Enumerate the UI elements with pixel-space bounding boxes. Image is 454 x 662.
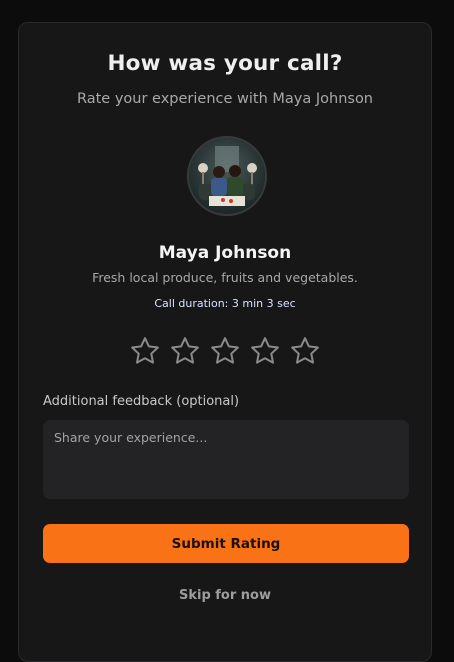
star-icon[interactable] — [129, 335, 161, 367]
star-icon[interactable] — [289, 335, 321, 367]
skip-link[interactable]: Skip for now — [19, 588, 431, 603]
avatar — [187, 136, 267, 216]
star-rating — [129, 335, 321, 367]
star-icon[interactable] — [209, 335, 241, 367]
dialog-subtitle: Rate your experience with Maya Johnson — [76, 91, 374, 107]
dialog-title: How was your call? — [107, 51, 343, 76]
rating-dialog: How was your call? Rate your experience … — [18, 22, 432, 662]
star-icon[interactable] — [249, 335, 281, 367]
contact-description: Fresh local produce, fruits and vegetabl… — [92, 270, 358, 285]
call-duration: Call duration: 3 min 3 sec — [154, 297, 296, 310]
feedback-label: Additional feedback (optional) — [43, 394, 240, 409]
star-icon[interactable] — [169, 335, 201, 367]
contact-name: Maya Johnson — [158, 243, 292, 263]
feedback-textarea[interactable] — [43, 420, 409, 499]
submit-rating-button[interactable]: Submit Rating — [43, 524, 409, 563]
